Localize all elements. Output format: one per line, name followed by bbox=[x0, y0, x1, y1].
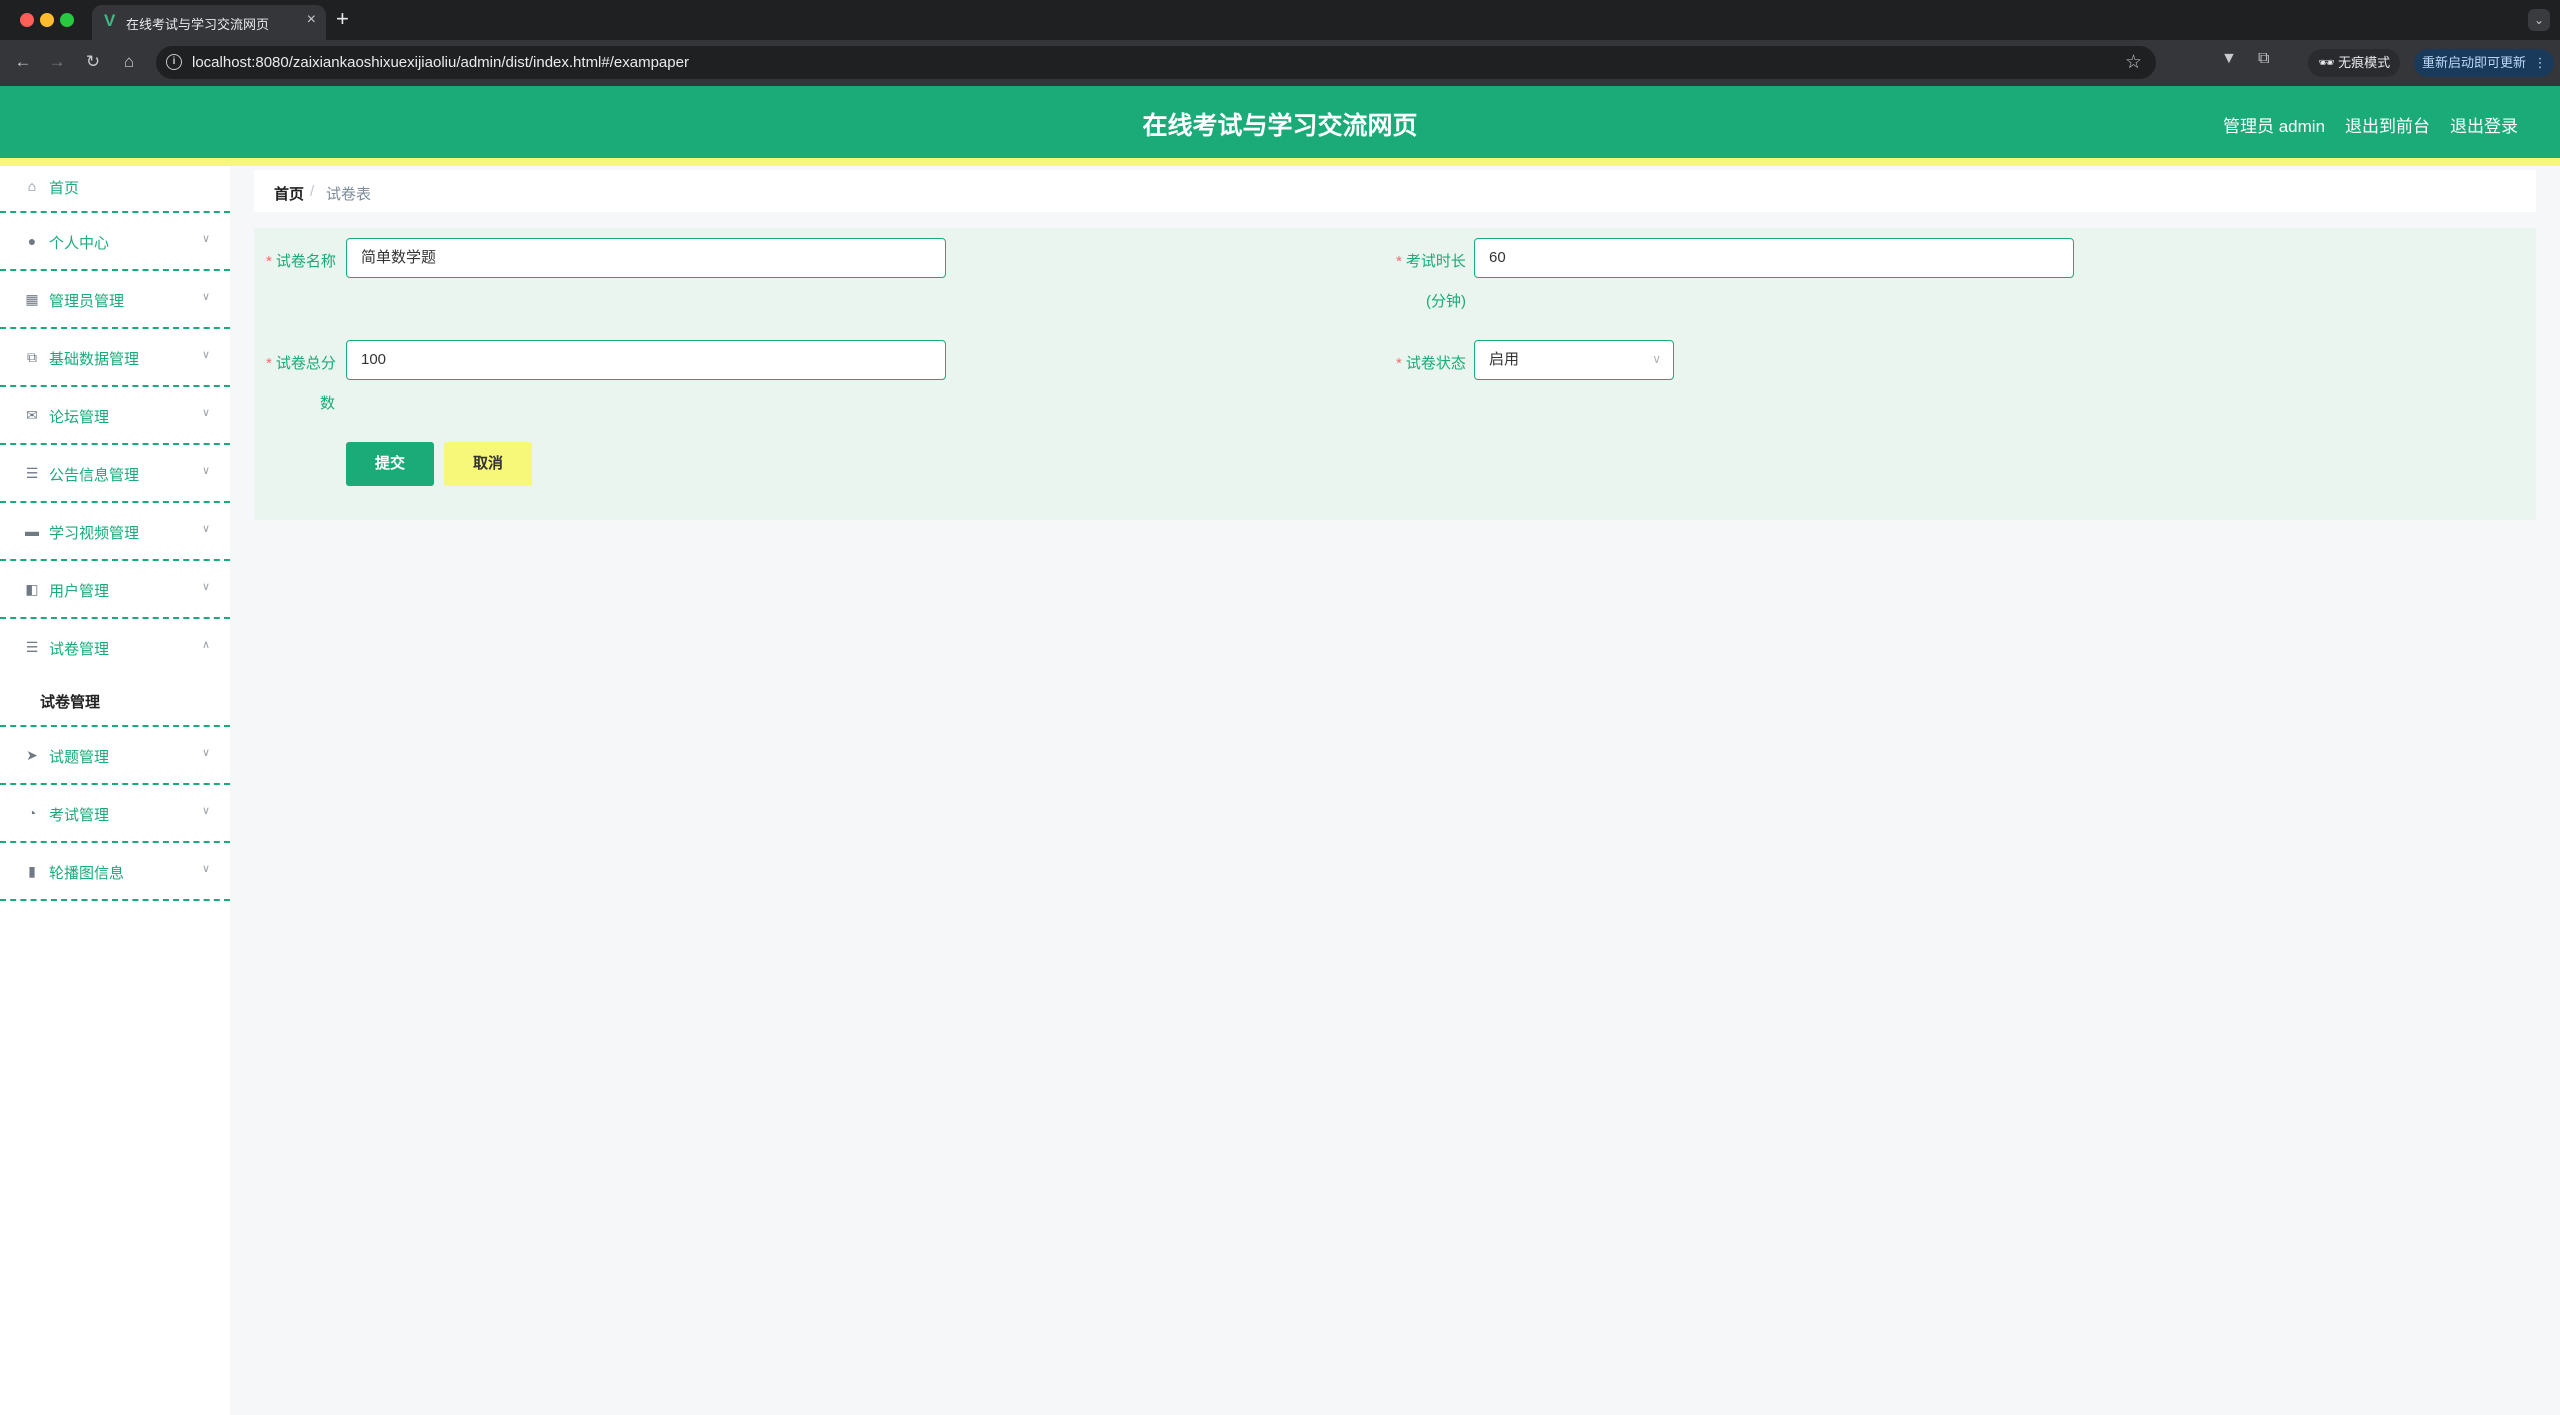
home-icon[interactable]: ⌂ bbox=[116, 49, 142, 75]
minimize-window-button[interactable] bbox=[40, 13, 54, 27]
copy-icon: ⧉ bbox=[27, 349, 37, 365]
chevron-up-icon: ∧ bbox=[201, 639, 210, 651]
site-info-icon[interactable]: i bbox=[166, 54, 182, 70]
sidebar-item-carousel[interactable]: ▮ 轮播图信息 ∨ bbox=[0, 843, 230, 901]
chevron-down-icon: ∨ bbox=[1652, 352, 1661, 366]
send-icon: ➤ bbox=[26, 747, 38, 763]
chevron-down-icon: ∨ bbox=[201, 747, 210, 759]
more-menu-icon: ⋮ bbox=[2533, 55, 2547, 70]
breadcrumb-home[interactable]: 首页 bbox=[274, 183, 304, 204]
close-window-button[interactable] bbox=[20, 13, 34, 27]
paper-name-input[interactable]: 简单数学题 bbox=[346, 238, 946, 278]
sidebar-item-exams[interactable]: ◔ 考试管理 ∨ bbox=[0, 785, 230, 843]
back-arrow-icon[interactable]: ← bbox=[10, 49, 36, 75]
new-tab-button[interactable]: + bbox=[336, 6, 349, 32]
reload-icon[interactable]: ↻ bbox=[80, 49, 106, 75]
update-label: 重新启动即可更新 bbox=[2422, 55, 2527, 70]
breadcrumb-current: 试卷表 bbox=[326, 186, 372, 203]
url-text[interactable]: localhost:8080/zaixiankaoshixuexijiaoliu… bbox=[192, 54, 689, 71]
tab-close-icon[interactable]: × bbox=[307, 11, 316, 29]
incognito-indicator[interactable]: 🕶 无痕模式 bbox=[2308, 49, 2401, 77]
sidebar-item-video[interactable]: ▬ 学习视频管理 ∨ bbox=[0, 503, 230, 561]
total-score-input[interactable]: 100 bbox=[346, 340, 946, 380]
sidebar-item-home[interactable]: ⌂ 首页 bbox=[0, 166, 230, 213]
duration-input[interactable]: 60 bbox=[1474, 238, 2074, 278]
user-icon: ● bbox=[27, 233, 37, 249]
breadcrumb-separator: / bbox=[310, 183, 315, 200]
forward-arrow-icon[interactable]: → bbox=[44, 49, 70, 75]
sidebar-item-users[interactable]: ◧ 用户管理 ∨ bbox=[0, 561, 230, 619]
gauge-icon: ◔ bbox=[27, 805, 37, 821]
address-bar[interactable]: i localhost:8080/zaixiankaoshixuexijiaol… bbox=[156, 46, 2156, 79]
sidebar-item-questions[interactable]: ➤ 试题管理 ∨ bbox=[0, 727, 230, 785]
chevron-down-icon: ∨ bbox=[201, 581, 210, 593]
mail-icon: ✉ bbox=[26, 407, 38, 423]
chevron-down-icon: ∨ bbox=[201, 805, 210, 817]
front-site-link[interactable]: 退出到前台 bbox=[2345, 112, 2430, 137]
maximize-window-button[interactable] bbox=[60, 13, 74, 27]
total-score-label-wrap: 数 bbox=[320, 395, 336, 412]
sidebar-item-admin[interactable]: ▦ 管理员管理 ∨ bbox=[0, 271, 230, 329]
extensions-icon[interactable]: ⧉ bbox=[2258, 50, 2269, 68]
bar-chart-icon: ▮ bbox=[28, 863, 36, 879]
list-icon: ☰ bbox=[25, 465, 39, 481]
required-mark: * bbox=[1396, 253, 1402, 270]
browser-toolbar: ← → ↻ ⌂ i localhost:8080/zaixiankaoshixu… bbox=[0, 40, 2560, 86]
paper-name-label: * 试卷名称 bbox=[266, 253, 336, 270]
home-icon: ⌂ bbox=[27, 178, 37, 194]
submenu-item-exampaper[interactable]: 试卷管理 bbox=[40, 691, 100, 712]
sidebar-item-exampaper[interactable]: ☰ 试卷管理 ∧ 试卷管理 bbox=[0, 619, 230, 727]
app-header: 在线考试与学习交流网页 管理员 admin 退出到前台 退出登录 bbox=[0, 86, 2560, 158]
tab-search-button[interactable]: ⌄ bbox=[2528, 9, 2550, 31]
breadcrumb: 首页 / 试卷表 bbox=[254, 170, 2536, 212]
chevron-down-icon: ∨ bbox=[201, 291, 210, 303]
duration-unit-label: (分钟) bbox=[1426, 293, 1466, 310]
users-icon: ◧ bbox=[25, 581, 39, 597]
browser-titlebar: V 在线考试与学习交流网页 × + ⌄ bbox=[0, 0, 2560, 40]
chevron-down-icon: ∨ bbox=[201, 407, 210, 419]
duration-label: * 考试时长 bbox=[1396, 253, 1466, 270]
list-icon: ☰ bbox=[25, 639, 39, 655]
logout-link[interactable]: 退出登录 bbox=[2450, 112, 2518, 137]
tab-title: 在线考试与学习交流网页 bbox=[126, 17, 270, 32]
required-mark: * bbox=[266, 253, 272, 270]
total-score-label: * 试卷总分 bbox=[266, 355, 336, 372]
sidebar-item-notice[interactable]: ☰ 公告信息管理 ∨ bbox=[0, 445, 230, 503]
update-button[interactable]: 重新启动即可更新 ⋮ bbox=[2414, 49, 2554, 77]
admin-user-label: 管理员 admin bbox=[2223, 117, 2326, 136]
required-mark: * bbox=[266, 355, 272, 372]
required-mark: * bbox=[1396, 355, 1402, 372]
vue-devtools-icon[interactable]: ▼ bbox=[2221, 50, 2237, 68]
sidebar-item-basic-data[interactable]: ⧉ 基础数据管理 ∨ bbox=[0, 329, 230, 387]
status-select-value: 启用 bbox=[1489, 351, 1520, 368]
grid-icon: ▦ bbox=[25, 291, 39, 307]
chevron-down-icon: ∨ bbox=[201, 863, 210, 875]
chevron-down-icon: ∨ bbox=[201, 465, 210, 477]
vue-logo-icon: V bbox=[104, 11, 116, 30]
chevron-down-icon: ∨ bbox=[201, 523, 210, 535]
browser-tab[interactable]: V 在线考试与学习交流网页 × bbox=[92, 5, 326, 40]
header-accent-strip bbox=[0, 158, 2560, 166]
sidebar: ⌂ 首页 ● 个人中心 ∨ ▦ 管理员管理 ∨ ⧉ 基础数据管理 ∨ ✉ 论坛管… bbox=[0, 166, 230, 1415]
submit-button[interactable]: 提交 bbox=[346, 442, 434, 486]
bookmark-star-icon[interactable]: ☆ bbox=[2125, 51, 2142, 74]
exampaper-form: * 试卷名称 简单数学题 * 考试时长 (分钟) 60 * 试卷总分 数 100 * 试… bbox=[254, 228, 2536, 520]
status-label: * 试卷状态 bbox=[1396, 355, 1466, 372]
monitor-icon: ▬ bbox=[25, 523, 39, 539]
sidebar-item-profile[interactable]: ● 个人中心 ∨ bbox=[0, 213, 230, 271]
status-select[interactable]: 启用 ∨ bbox=[1474, 340, 1674, 380]
chevron-down-icon: ∨ bbox=[201, 233, 210, 245]
app-title: 在线考试与学习交流网页 bbox=[1142, 112, 1418, 140]
incognito-icon: 🕶 bbox=[2318, 55, 2335, 70]
incognito-label: 无痕模式 bbox=[2338, 55, 2391, 70]
sidebar-item-forum[interactable]: ✉ 论坛管理 ∨ bbox=[0, 387, 230, 445]
cancel-button[interactable]: 取消 bbox=[444, 442, 532, 486]
chevron-down-icon: ∨ bbox=[201, 349, 210, 361]
